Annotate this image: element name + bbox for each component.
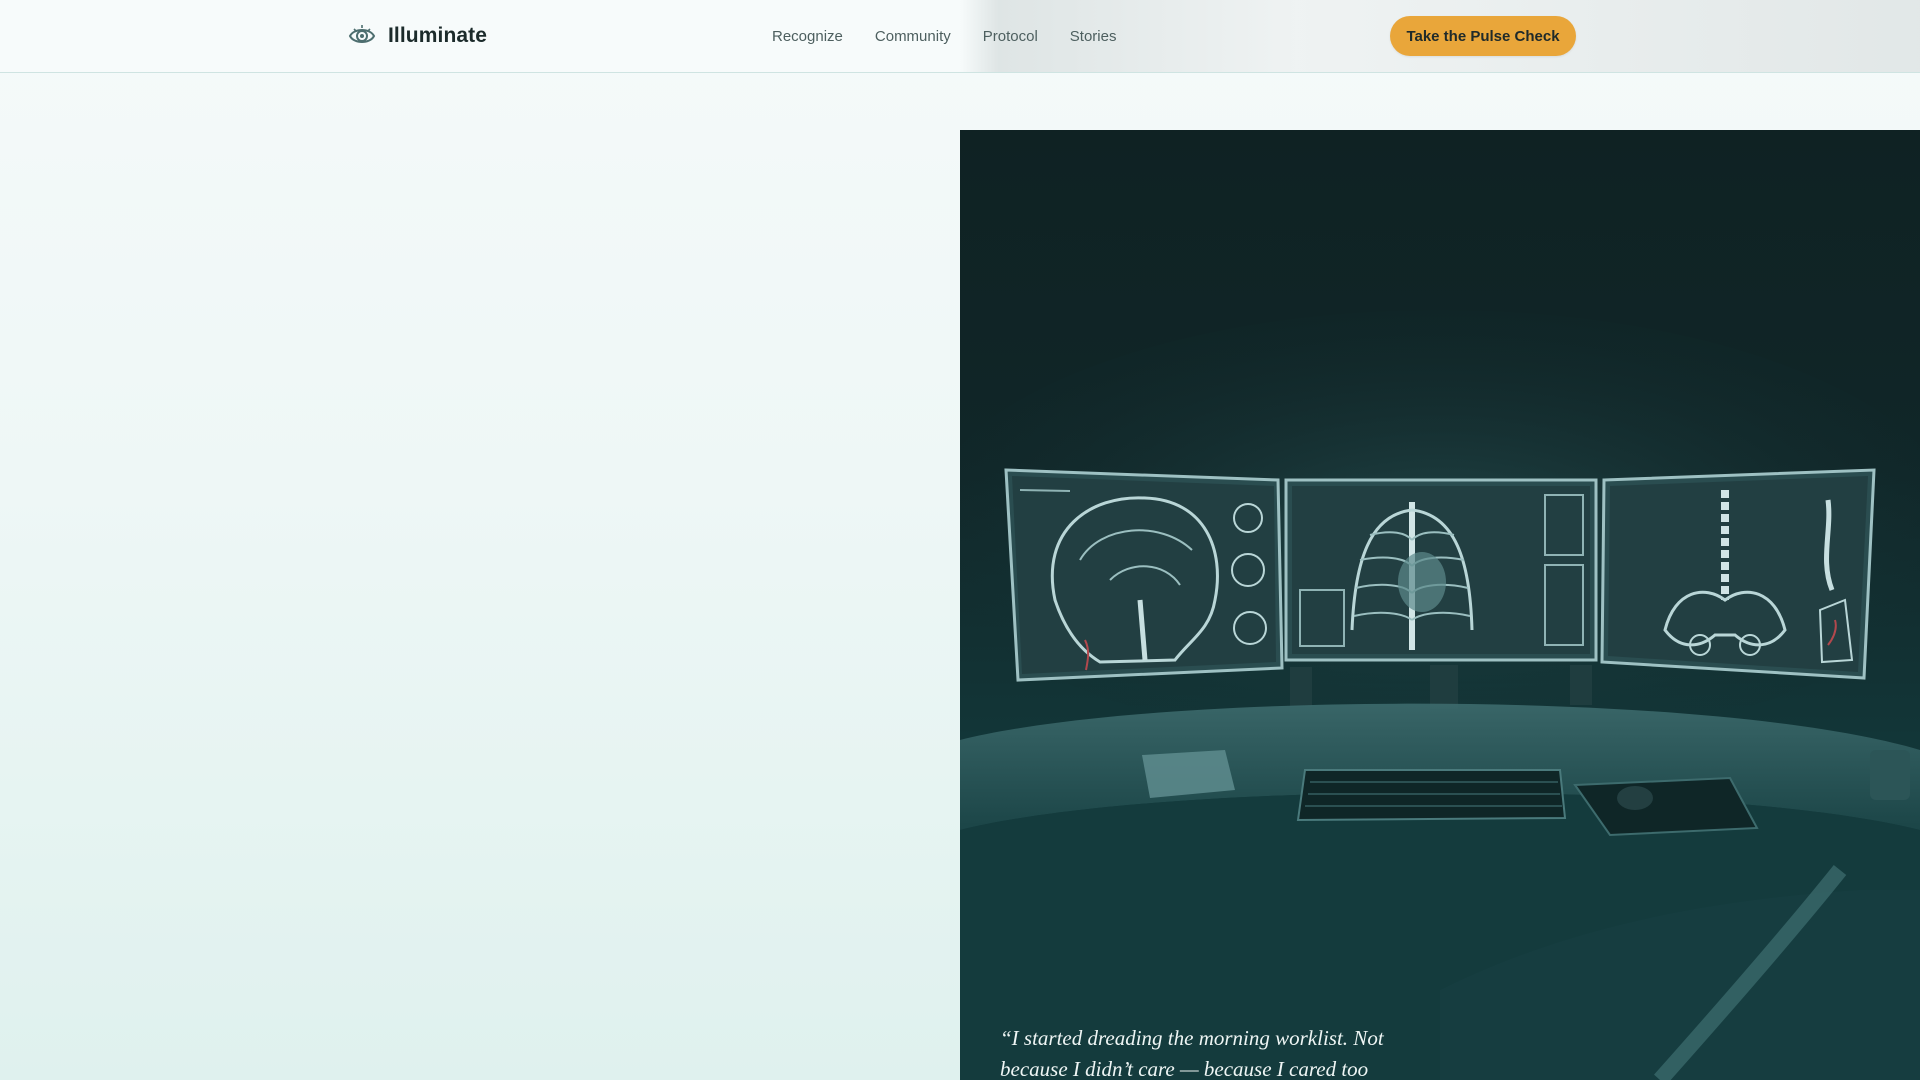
center-monitor xyxy=(1284,478,1598,662)
landing-page: “I started dreading the morning worklist… xyxy=(0,0,1920,1080)
radiology-workstation-illustration xyxy=(960,310,1920,1080)
brand-name: Illuminate xyxy=(388,24,488,47)
nav-item-protocol[interactable]: Protocol xyxy=(983,28,1038,45)
nav-item-stories[interactable]: Stories xyxy=(1070,28,1117,45)
site-header: Illuminate Recognize Community Protocol … xyxy=(0,0,1920,73)
main-nav: Recognize Community Protocol Stories xyxy=(772,24,1116,48)
brand-logo[interactable]: Illuminate xyxy=(348,18,487,54)
hero-image: “I started dreading the morning worklist… xyxy=(960,130,1920,1080)
keyboard xyxy=(1296,769,1567,822)
nav-item-community[interactable]: Community xyxy=(875,28,951,45)
left-monitor xyxy=(1004,468,1284,682)
hero-quote: “I started dreading the morning worklist… xyxy=(1000,1026,1384,1080)
right-monitor xyxy=(1600,468,1876,680)
nav-item-recognize[interactable]: Recognize xyxy=(772,28,843,45)
pulse-check-button[interactable]: Take the Pulse Check xyxy=(1390,16,1576,56)
eye-icon xyxy=(348,25,376,43)
